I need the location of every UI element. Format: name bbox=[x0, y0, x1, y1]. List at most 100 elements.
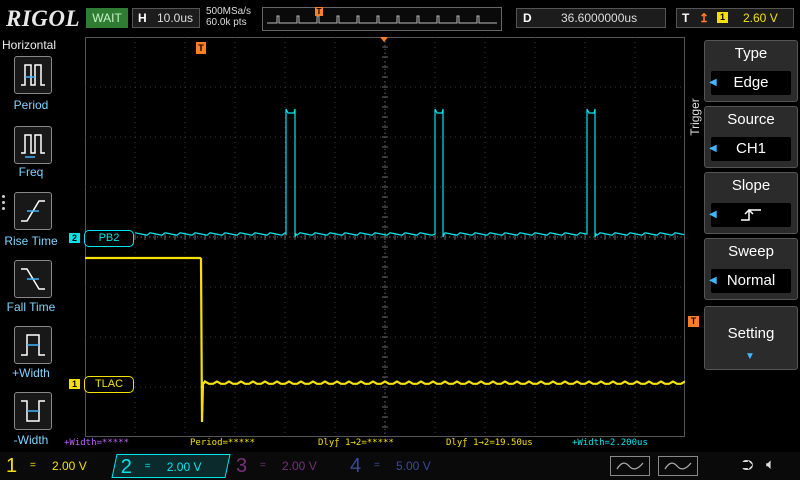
select-arrow-icon: ◀ bbox=[709, 77, 717, 88]
waveform-display[interactable] bbox=[84, 36, 686, 438]
delay-value: 36.6000000us bbox=[561, 11, 638, 25]
menu-page-indicator bbox=[2, 192, 6, 213]
horizontal-measure-menu: Horizontal Period Freq Rise Time Fall Ti… bbox=[0, 36, 62, 456]
timebase-value: 10.0us bbox=[157, 11, 194, 25]
rise-time-label: Rise Time bbox=[4, 234, 58, 248]
positive-width-icon bbox=[21, 334, 45, 356]
measurement-2: Period=***** bbox=[190, 438, 256, 448]
rising-edge-icon bbox=[741, 208, 761, 221]
select-arrow-icon: ◀ bbox=[709, 209, 717, 220]
ch2-waveform bbox=[134, 108, 685, 238]
trigger-source-value: CH1 bbox=[711, 137, 791, 161]
trigger-type-value: Edge bbox=[711, 71, 791, 95]
channel-2-number: 2 bbox=[120, 456, 132, 478]
channel-3-number: 3 bbox=[236, 455, 248, 477]
measurement-1: +Width=***** bbox=[64, 438, 130, 448]
acquisition-info: 500MSa/s 60.0k pts bbox=[206, 6, 251, 28]
channel-2-status[interactable]: 2 = 2.00 V bbox=[111, 454, 231, 478]
dc-coupling-icon: = bbox=[260, 460, 266, 471]
ch1-trace-label[interactable]: TLAC bbox=[84, 376, 134, 393]
channel-status-bar: 1 = 2.00 V 2 = 2.00 V 3 = 2.00 V 4 = 5.0… bbox=[0, 452, 800, 480]
negative-width-icon bbox=[21, 400, 45, 422]
period-button[interactable] bbox=[14, 56, 52, 94]
ch2-trace-label[interactable]: PB2 bbox=[84, 230, 134, 247]
memory-overview-bar[interactable]: T bbox=[262, 7, 502, 31]
sine-wave-icon bbox=[664, 462, 692, 470]
ch2-offset-marker[interactable]: 2 bbox=[69, 233, 80, 243]
channel-4-number: 4 bbox=[350, 455, 362, 477]
fall-time-icon bbox=[21, 268, 45, 290]
trigger-channel-badge: 1 bbox=[717, 12, 728, 23]
measurement-bar: +Width=***** Period=***** Dlyƒ 1→2=*****… bbox=[62, 437, 688, 451]
trigger-type-title: Type bbox=[734, 45, 768, 62]
trigger-menu-title: Trigger bbox=[688, 98, 702, 136]
trigger-sweep-value: Normal bbox=[711, 269, 791, 293]
trigger-menu: Trigger Type Edge ◀ Source CH1 ◀ Slope ◀… bbox=[688, 36, 800, 456]
usb-icon: ⮊ bbox=[742, 457, 754, 474]
memory-depth: 60.0k pts bbox=[206, 17, 247, 28]
channel-1-status[interactable]: 1 = 2.00 V bbox=[0, 454, 112, 478]
trigger-source-title: Source bbox=[727, 111, 775, 128]
center-marker-icon bbox=[380, 37, 388, 42]
trigger-sweep-title: Sweep bbox=[728, 243, 774, 260]
frequency-icon bbox=[21, 134, 45, 158]
trigger-label: T bbox=[682, 11, 690, 25]
period-label: Period bbox=[13, 98, 49, 112]
timebase-box[interactable]: H 10.0us bbox=[132, 8, 200, 28]
negative-width-label: -Width bbox=[13, 433, 49, 447]
waveform-canvas bbox=[84, 36, 686, 438]
trigger-setting-button[interactable]: Setting ▼ bbox=[704, 306, 798, 370]
measurement-4: Dlyƒ 1→2=19.50us bbox=[446, 438, 533, 448]
dc-coupling-icon: = bbox=[30, 460, 36, 471]
negative-width-button[interactable] bbox=[14, 392, 52, 430]
channel-3-status[interactable]: 3 = 2.00 V bbox=[230, 454, 342, 478]
delay-label: D bbox=[523, 11, 532, 25]
channel-1-number: 1 bbox=[6, 455, 18, 477]
trigger-slope-button[interactable]: Slope ◀ bbox=[704, 172, 798, 234]
memory-waveform-preview bbox=[267, 15, 497, 24]
select-arrow-icon: ◀ bbox=[709, 143, 717, 154]
dc-coupling-icon: = bbox=[374, 460, 380, 471]
channel-1-scale: 2.00 V bbox=[52, 459, 87, 473]
trigger-level-value: 2.60 V bbox=[743, 11, 778, 25]
trigger-setting-title: Setting bbox=[727, 325, 775, 342]
sample-rate: 500MSa/s bbox=[206, 6, 252, 17]
top-status-bar: RIGOL WAIT H 10.0us 500MSa/s 60.0k pts T… bbox=[0, 0, 800, 36]
channel-4-scale: 5.00 V bbox=[396, 459, 431, 473]
dc-coupling-icon: = bbox=[144, 461, 151, 472]
generator-1-button[interactable] bbox=[610, 456, 650, 476]
generator-2-button[interactable] bbox=[658, 456, 698, 476]
trigger-source-button[interactable]: Source CH1 ◀ bbox=[704, 106, 798, 168]
ch1-offset-marker[interactable]: 1 bbox=[69, 379, 80, 389]
rise-time-icon bbox=[21, 200, 45, 222]
rising-edge-icon: ↥ bbox=[699, 11, 710, 25]
rigol-logo: RIGOL bbox=[6, 6, 81, 31]
positive-width-button[interactable] bbox=[14, 326, 52, 364]
rise-time-button[interactable] bbox=[14, 192, 52, 230]
submenu-arrow-down-icon: ▼ bbox=[745, 351, 755, 362]
positive-width-label: +Width bbox=[12, 366, 50, 380]
trigger-status-box[interactable]: T ↥ 1 2.60 V bbox=[676, 8, 794, 28]
sine-wave-icon bbox=[616, 462, 644, 470]
speaker-mute-icon[interactable]: 🔈︎ bbox=[766, 456, 775, 473]
menu-title: Horizontal bbox=[2, 38, 57, 52]
memory-trigger-marker: T bbox=[315, 7, 323, 16]
freq-button[interactable] bbox=[14, 126, 52, 164]
measurement-3: Dlyƒ 1→2=***** bbox=[318, 438, 394, 448]
trigger-sweep-button[interactable]: Sweep Normal ◀ bbox=[704, 238, 798, 300]
measurement-5: +Width=2.200us bbox=[572, 438, 648, 448]
channel-4-status[interactable]: 4 = 5.00 V bbox=[344, 454, 456, 478]
fall-time-button[interactable] bbox=[14, 260, 52, 298]
trigger-slope-value bbox=[711, 203, 791, 227]
period-icon bbox=[21, 64, 45, 86]
trigger-type-button[interactable]: Type Edge ◀ bbox=[704, 40, 798, 102]
freq-label: Freq bbox=[18, 165, 44, 179]
run-status-badge[interactable]: WAIT bbox=[86, 8, 128, 28]
select-arrow-icon: ◀ bbox=[709, 275, 717, 286]
trigger-slope-title: Slope bbox=[731, 177, 771, 194]
channel-3-scale: 2.00 V bbox=[282, 459, 317, 473]
channel-2-scale: 2.00 V bbox=[166, 460, 202, 474]
delay-box[interactable]: D 36.6000000us bbox=[516, 8, 666, 28]
trigger-position-marker[interactable]: T bbox=[196, 42, 206, 54]
fall-time-label: Fall Time bbox=[6, 300, 56, 314]
